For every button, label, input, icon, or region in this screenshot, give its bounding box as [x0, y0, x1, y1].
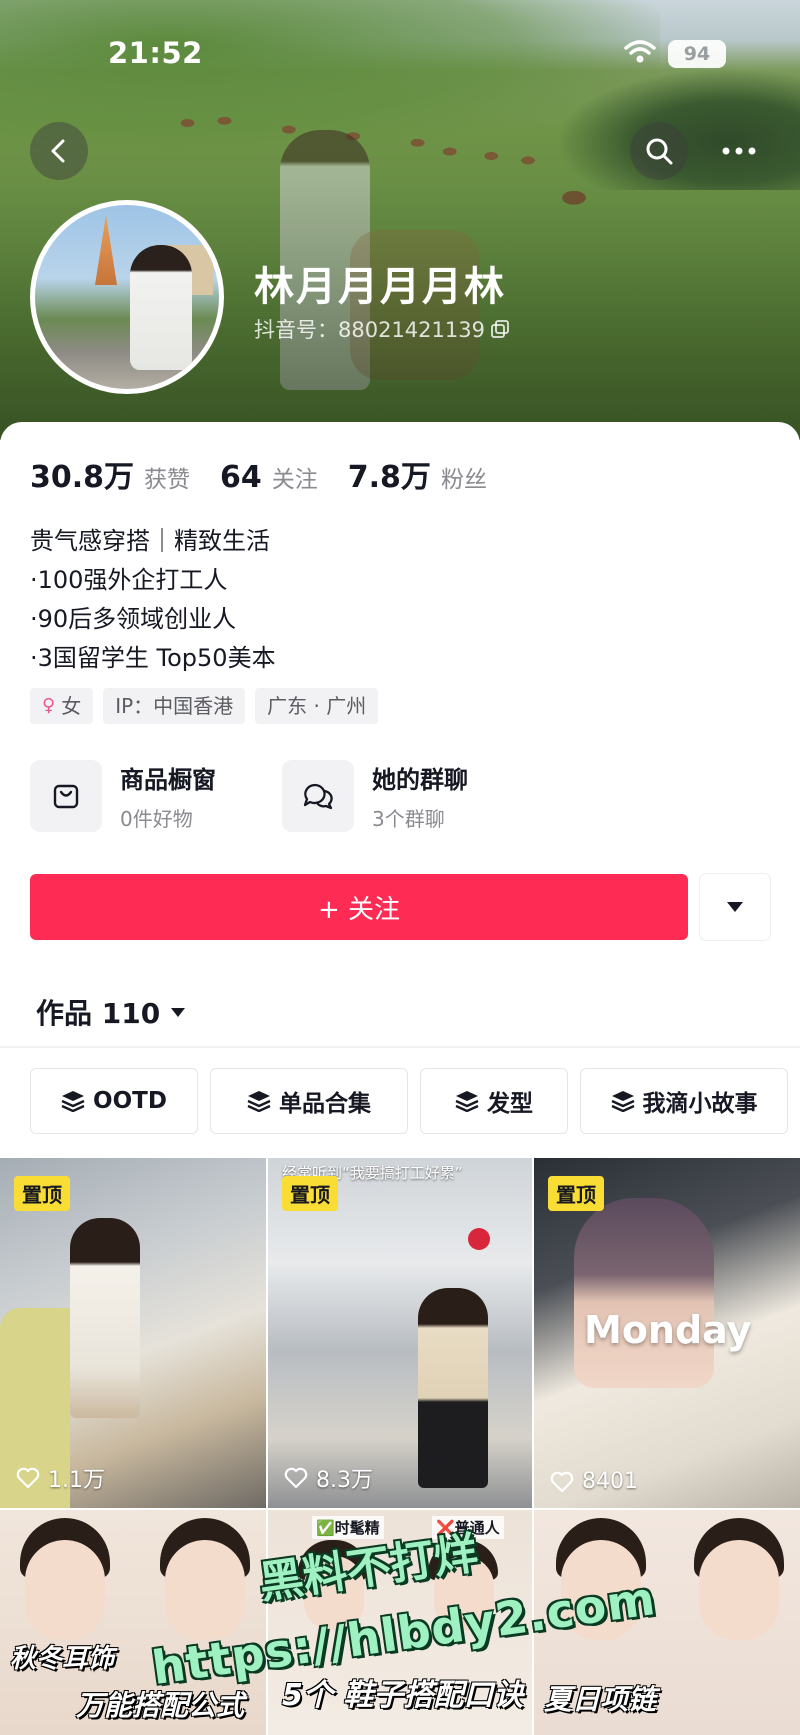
collection-label: 我滴小故事: [642, 1091, 758, 1117]
more-horizontal-icon: [722, 147, 756, 155]
collections-row: OOTD 单品合集 发型 我滴小故事: [30, 1068, 788, 1134]
pinned-badge: 置顶: [548, 1176, 604, 1211]
layers-icon: [455, 1091, 479, 1112]
back-button[interactable]: [30, 122, 88, 180]
bio-line: ·90后多领域创业人: [30, 605, 237, 633]
shop-window-text: 商品橱窗 0件好物: [120, 760, 216, 832]
video-thumbnail-face: [165, 1540, 245, 1640]
group-chat-icon: [303, 783, 333, 810]
group-chat-icon-box: [282, 760, 354, 832]
bio-line: ·3国留学生 Top50美本: [30, 644, 276, 672]
profile-tags: ♀ 女 IP：中国香港 广东 · 广州: [30, 688, 379, 724]
copy-icon[interactable]: [491, 320, 509, 338]
heart-icon: [550, 1471, 574, 1492]
caret-down-icon: [727, 902, 743, 912]
divider: [0, 1046, 800, 1048]
ip-tag: IP：中国香港: [103, 688, 246, 724]
like-count-value: 8401: [582, 1469, 638, 1494]
like-count: 8401: [550, 1469, 638, 1494]
more-button[interactable]: [710, 122, 768, 180]
stat-followers[interactable]: 7.8万 粉丝: [348, 452, 487, 496]
bio: 贵气感穿搭｜精致生活 ·100强外企打工人 ·90后多领域创业人 ·3国留学生 …: [30, 522, 276, 678]
heart-icon: [284, 1467, 308, 1489]
video-thumbnail-lantern: [468, 1228, 490, 1250]
avatar-person: [130, 245, 192, 370]
bio-line: 贵气感穿搭｜精致生活: [30, 527, 270, 555]
battery-indicator: 94: [668, 40, 726, 68]
tab-works-label: 作品 110: [36, 997, 161, 1030]
collection-ootd[interactable]: OOTD: [30, 1068, 198, 1134]
stat-label: 获赞: [144, 467, 191, 493]
like-count: 1.1万: [16, 1462, 105, 1494]
search-icon: [646, 138, 673, 165]
video-thumbnail-face: [699, 1540, 779, 1640]
search-button[interactable]: [630, 122, 688, 180]
group-chat-entry[interactable]: 她的群聊 3个群聊: [282, 760, 502, 832]
video-overlay-text: Monday: [584, 1308, 752, 1352]
nickname: 林月月月月林: [254, 264, 506, 310]
stat-following[interactable]: 64 关注: [220, 460, 318, 495]
layers-icon: [247, 1091, 271, 1112]
entry-subtitle: 0件好物: [120, 807, 193, 831]
collection-label: 发型: [487, 1091, 533, 1117]
shop-window-icon-box: [30, 760, 102, 832]
like-count-value: 1.1万: [48, 1468, 105, 1493]
video-tile[interactable]: 经常听到“我要搞打工好累” 置顶 8.3万: [268, 1158, 532, 1508]
entry-subtitle: 3个群聊: [372, 807, 445, 831]
stat-label: 关注: [271, 467, 318, 493]
gender-tag: ♀ 女: [30, 688, 94, 724]
video-thumbnail-person: [70, 1218, 140, 1418]
caret-down-icon: [171, 1007, 186, 1017]
like-count: 8.3万: [284, 1462, 373, 1494]
video-tile[interactable]: Monday 置顶 8401: [534, 1158, 800, 1508]
more-actions-button[interactable]: [700, 874, 770, 940]
collection-hairstyle[interactable]: 发型: [420, 1068, 568, 1134]
bio-line: ·100强外企打工人: [30, 566, 228, 594]
gender-label: 女: [61, 694, 82, 718]
avatar[interactable]: [30, 200, 224, 394]
layers-icon: [611, 1091, 634, 1112]
shopping-bag-icon: [53, 784, 79, 809]
pinned-badge: 置顶: [14, 1176, 70, 1211]
douyin-id[interactable]: 抖音号：88021421139: [254, 314, 509, 344]
stat-value: 30.8万: [30, 460, 135, 495]
layers-icon: [61, 1091, 85, 1112]
video-thumbnail-person: [574, 1198, 714, 1388]
video-tile[interactable]: 秋冬耳饰 万能搭配公式: [0, 1510, 266, 1735]
stat-value: 7.8万: [347, 460, 431, 495]
stat-value: 64: [220, 460, 262, 495]
profile-entries: 商品橱窗 0件好物 她的群聊 3个群聊: [30, 760, 502, 832]
pinned-badge: 置顶: [282, 1176, 338, 1211]
chevron-left-icon: [51, 139, 65, 163]
collection-items[interactable]: 单品合集: [210, 1068, 408, 1134]
avatar-tower: [95, 215, 117, 285]
video-cover-text: 5个 鞋子搭配口诀: [282, 1678, 524, 1713]
entry-title: 商品橱窗: [120, 766, 216, 794]
collection-label: 单品合集: [279, 1091, 371, 1117]
video-tile[interactable]: 置顶 1.1万: [0, 1158, 266, 1508]
stat-label: 粉丝: [440, 467, 487, 493]
follow-button[interactable]: + 关注: [30, 874, 688, 940]
stats-row: 30.8万 获赞 64 关注 7.8万 粉丝: [30, 452, 517, 496]
shop-window-entry[interactable]: 商品橱窗 0件好物: [30, 760, 250, 832]
collection-label: OOTD: [93, 1088, 167, 1114]
location-tag: 广东 · 广州: [255, 688, 379, 724]
like-count-value: 8.3万: [316, 1468, 373, 1493]
tab-works[interactable]: 作品 110: [36, 992, 186, 1032]
video-cover-text: 夏日项链: [544, 1683, 657, 1716]
entry-title: 她的群聊: [372, 766, 468, 794]
heart-icon: [16, 1467, 40, 1489]
douyin-id-text: 抖音号：88021421139: [254, 318, 485, 342]
group-chat-text: 她的群聊 3个群聊: [372, 760, 468, 832]
video-thumbnail-person: [418, 1288, 488, 1488]
stat-likes[interactable]: 30.8万 获赞: [30, 452, 190, 496]
status-time: 21:52: [108, 36, 203, 70]
collection-stories[interactable]: 我滴小故事: [580, 1068, 788, 1134]
video-thumbnail-face: [25, 1540, 105, 1640]
video-cover-text: 秋冬耳饰: [10, 1644, 115, 1674]
wifi-icon: [624, 40, 656, 63]
female-icon: ♀: [42, 695, 56, 716]
